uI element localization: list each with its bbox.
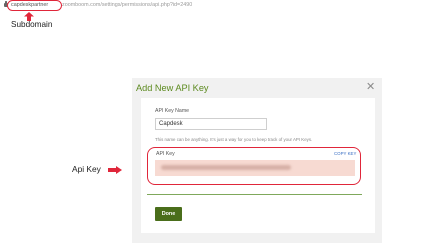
subdomain-annotation: Subdomain	[11, 20, 53, 29]
done-button[interactable]: Done	[155, 207, 182, 221]
api-key-name-input[interactable]: Capdesk	[155, 118, 267, 130]
browser-address-bar[interactable]: capdeskpartner zoomboom.com/settings/per…	[0, 0, 448, 11]
api-key-label: API Key	[156, 151, 175, 157]
modal-title: Add New API Key	[136, 83, 209, 93]
modal-divider	[147, 194, 362, 196]
close-icon[interactable]: ✕	[366, 80, 375, 93]
api-key-annotation: Api Key	[72, 164, 101, 174]
subdomain-highlight	[7, 0, 62, 11]
url-path: zoomboom.com/settings/permissions/api.ph…	[62, 2, 193, 8]
api-key-name-hint: This name can be anything. It's just a w…	[155, 137, 313, 142]
api-key-name-label: API Key Name	[155, 108, 190, 114]
right-arrow-icon	[108, 166, 122, 174]
api-key-redacted-value	[161, 165, 291, 170]
copy-key-link[interactable]: COPY KEY	[334, 151, 356, 156]
